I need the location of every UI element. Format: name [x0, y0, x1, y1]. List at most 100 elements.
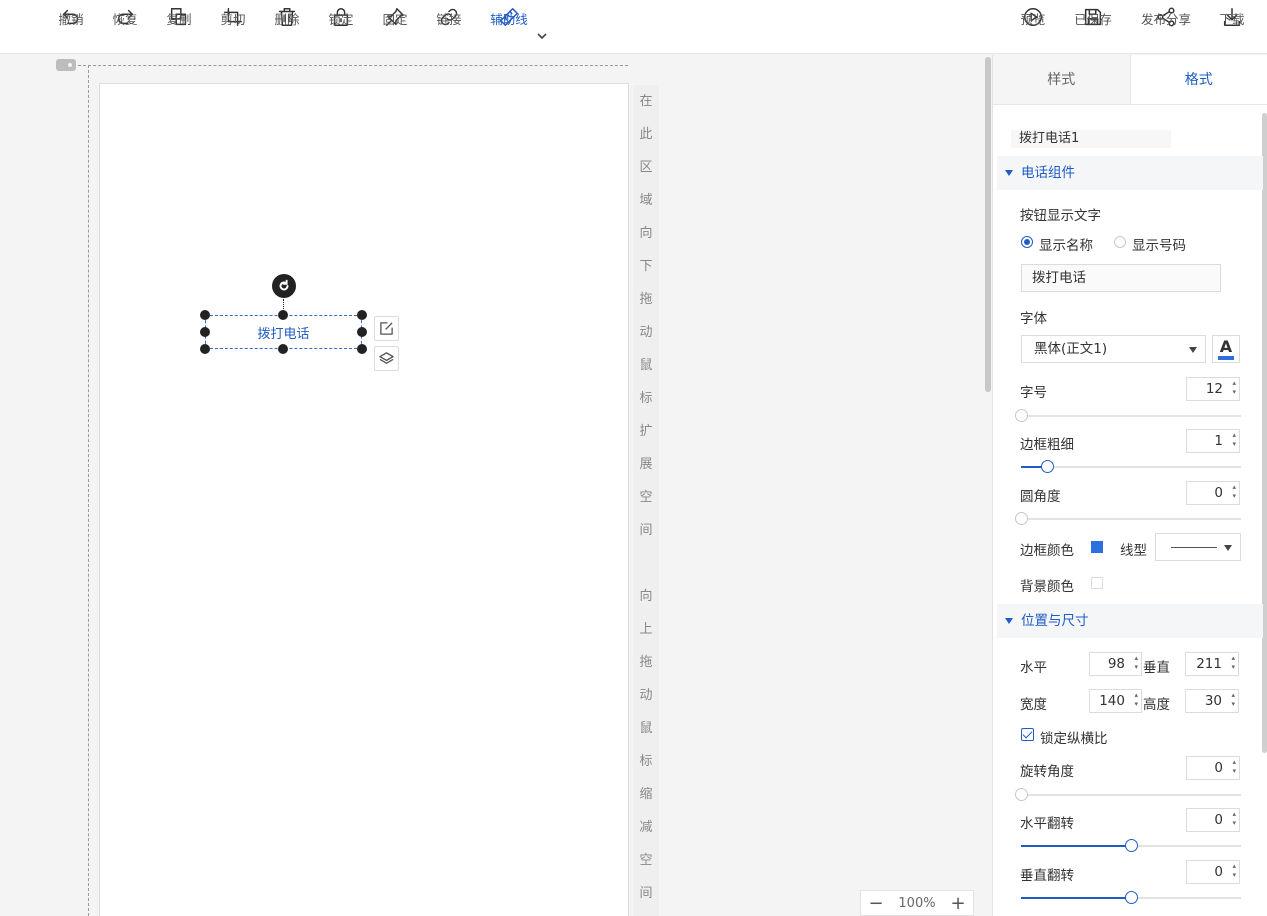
pin-button[interactable]: 固定	[368, 6, 422, 50]
width-stepper[interactable]: 140	[1089, 689, 1142, 713]
border-width-slider-knob[interactable]	[1041, 460, 1055, 473]
y-label: 垂直	[1143, 660, 1170, 676]
hint-up-char: 鼠	[639, 721, 653, 736]
resize-handle-top[interactable]	[278, 310, 288, 320]
toolbar: 撤销 恢复 复制 剪切 删除 锁定 固定 链接 辅助线 预览 已保存 发布分享 …	[0, 0, 1267, 54]
redo-button[interactable]: 恢复	[98, 6, 152, 50]
x-label: 水平	[1020, 660, 1047, 676]
hint-down-char: 扩	[639, 424, 653, 439]
edit-widget-button[interactable]	[374, 316, 399, 341]
publish-share-button[interactable]: 发布分享	[1136, 6, 1196, 50]
lock-button[interactable]: 锁定	[314, 6, 368, 50]
section-phone-component[interactable]: 电话组件	[997, 156, 1263, 190]
delete-button[interactable]: 删除	[260, 6, 314, 50]
lock-ratio-label[interactable]: 锁定纵横比	[1040, 727, 1108, 747]
guides-dropdown-button[interactable]	[536, 30, 552, 46]
flip-v-stepper[interactable]: 0	[1186, 860, 1240, 884]
tab-format[interactable]: 格式	[1129, 55, 1267, 104]
redo-label: 恢复	[112, 12, 138, 27]
font-family-value: 黑体(正文1)	[1034, 341, 1108, 357]
design-page[interactable]	[99, 83, 629, 916]
hint-up-char: 向	[639, 589, 653, 604]
radio-show-number[interactable]	[1114, 236, 1126, 248]
panel-scrollbar[interactable]	[1262, 113, 1267, 753]
download-label: 下载	[1219, 12, 1245, 27]
component-name[interactable]: 拨打电话1	[1011, 130, 1171, 148]
flip-v-slider-knob[interactable]	[1125, 891, 1138, 904]
border-color-swatch[interactable]	[1091, 541, 1103, 553]
preview-button[interactable]: 预览	[1006, 6, 1060, 50]
download-button[interactable]: 下载	[1205, 6, 1259, 50]
link-button[interactable]: 链接	[422, 6, 476, 50]
border-width-slider[interactable]	[1021, 460, 1241, 473]
resize-handle-right[interactable]	[357, 327, 367, 337]
horizontal-guide-line[interactable]	[78, 65, 628, 66]
font-color-button[interactable]: A	[1212, 335, 1240, 363]
flip-v-slider[interactable]	[1021, 891, 1241, 904]
copy-button[interactable]: 复制	[152, 6, 206, 50]
edit-icon	[380, 322, 393, 335]
hint-down-char: 下	[639, 259, 653, 274]
radius-slider[interactable]	[1015, 512, 1241, 525]
undo-button[interactable]: 撤销	[44, 6, 98, 50]
section-position-size[interactable]: 位置与尺寸	[997, 604, 1263, 638]
radio-show-number-label[interactable]: 显示号码	[1132, 234, 1186, 254]
radius-slider-knob[interactable]	[1015, 512, 1028, 525]
saved-label: 已保存	[1074, 12, 1112, 27]
resize-handle-top-left[interactable]	[200, 310, 210, 320]
bg-color-swatch[interactable]	[1091, 577, 1103, 589]
resize-handle-left[interactable]	[200, 327, 210, 337]
canvas-scrollbar-thumb[interactable]	[985, 57, 991, 392]
radio-show-name-label[interactable]: 显示名称	[1039, 234, 1093, 254]
hint-up-char: 拖	[639, 655, 653, 670]
link-label: 链接	[436, 12, 462, 27]
flip-h-slider-knob[interactable]	[1125, 839, 1138, 852]
button-text-input[interactable]: 拨打电话	[1021, 264, 1221, 292]
vertical-guide-line[interactable]	[88, 65, 89, 916]
tab-style[interactable]: 样式	[993, 55, 1130, 104]
guides-button[interactable]: 辅助线	[482, 6, 536, 50]
rotate-slider-knob[interactable]	[1015, 788, 1028, 801]
zoom-control: − 100% +	[860, 890, 974, 916]
cut-button[interactable]: 剪切	[206, 6, 260, 50]
lock-ratio-checkbox[interactable]	[1021, 728, 1034, 741]
canvas-area[interactable]: 在此区域向下拖动鼠标扩展空间向上拖动鼠标缩减空间 拨打电话 − 100% +	[0, 55, 983, 916]
hint-up-char: 上	[639, 622, 653, 637]
resize-handle-bottom-right[interactable]	[357, 344, 367, 354]
font-size-stepper[interactable]: 12	[1186, 377, 1240, 401]
layers-button[interactable]	[374, 346, 399, 371]
zoom-out-button[interactable]: −	[868, 893, 883, 914]
hint-down-char: 域	[639, 193, 653, 208]
radius-stepper[interactable]: 0	[1186, 481, 1240, 505]
resize-handle-top-right[interactable]	[357, 310, 367, 320]
zoom-level: 100%	[898, 895, 936, 911]
flip-h-slider[interactable]	[1021, 839, 1241, 852]
font-family-select[interactable]: 黑体(正文1)	[1021, 335, 1206, 363]
font-size-slider-knob[interactable]	[1015, 409, 1028, 422]
rotate-slider[interactable]	[1015, 788, 1241, 801]
resize-handle-bottom[interactable]	[278, 344, 288, 354]
hint-up-char: 缩	[639, 787, 653, 802]
zoom-in-button[interactable]: +	[950, 893, 965, 914]
save-button[interactable]: 已保存	[1066, 6, 1120, 50]
rotate-handle[interactable]	[272, 274, 296, 298]
y-stepper[interactable]: 211	[1185, 652, 1239, 676]
resize-hint-strip[interactable]: 在此区域向下拖动鼠标扩展空间向上拖动鼠标缩减空间	[633, 85, 659, 916]
chevron-down-icon	[537, 33, 547, 40]
radio-show-name[interactable]	[1021, 236, 1033, 248]
hint-down-char: 标	[639, 391, 653, 406]
font-size-label: 字号	[1020, 385, 1047, 401]
height-stepper[interactable]: 30	[1185, 689, 1239, 713]
flip-h-stepper[interactable]: 0	[1186, 808, 1240, 832]
canvas-scrollbar[interactable]	[984, 55, 992, 916]
rotate-stepper[interactable]: 0	[1186, 756, 1240, 780]
border-width-stepper[interactable]: 1	[1186, 429, 1240, 453]
guide-toggle-icon[interactable]	[56, 59, 76, 71]
font-color-icon: A	[1219, 336, 1233, 356]
hint-up-char: 动	[639, 688, 653, 703]
font-size-slider[interactable]	[1015, 409, 1241, 422]
resize-handle-bottom-left[interactable]	[200, 344, 210, 354]
line-type-select[interactable]	[1155, 533, 1241, 561]
x-stepper[interactable]: 98	[1089, 652, 1142, 676]
bg-color-label: 背景颜色	[1020, 579, 1074, 595]
